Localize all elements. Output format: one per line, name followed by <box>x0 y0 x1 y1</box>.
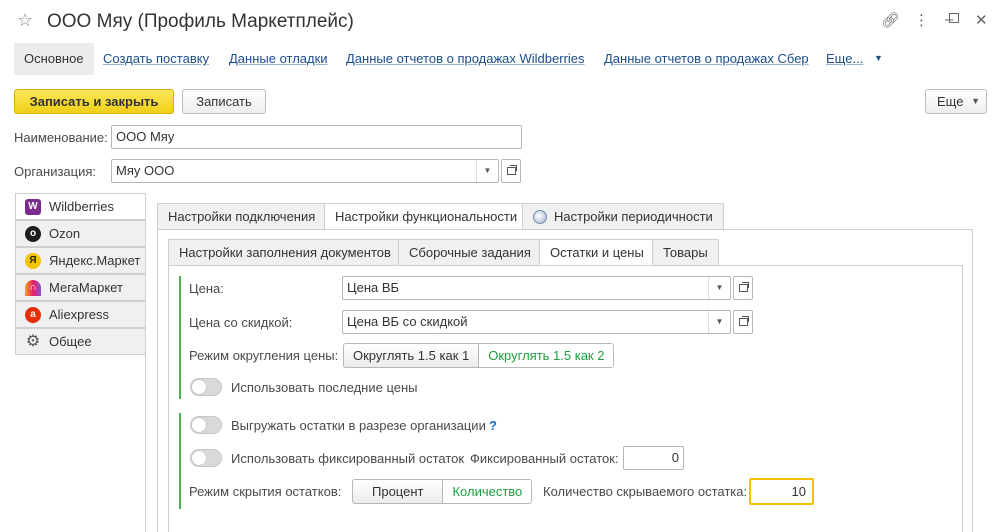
rounding-mode-label: Режим округления цены: <box>189 348 339 363</box>
tab-general[interactable]: ⚙ Общее <box>15 328 146 355</box>
tab-stock-prices[interactable]: Остатки и цены <box>539 239 655 266</box>
discount-price-field[interactable]: Цена ВБ со скидкой ▼ <box>342 310 731 334</box>
yandex-market-icon: Я <box>25 253 41 269</box>
hidden-qty-field[interactable]: 10 <box>749 478 814 505</box>
title-bar: ☆ ООО Мяу (Профиль Маркетплейс) 🔗︎ ⋮ – ✕ <box>0 0 1003 42</box>
organization-value: Мяу ООО <box>116 163 175 178</box>
tab-yandex-market[interactable]: Я Яндекс.Маркет <box>15 247 146 274</box>
favorite-star-icon[interactable]: ☆ <box>17 10 33 31</box>
gear-icon: ⚙ <box>25 333 41 350</box>
tab-ozon-label: Ozon <box>49 226 81 241</box>
organization-label: Организация: <box>14 164 97 179</box>
tab-wildberries[interactable]: W Wildberries <box>15 193 146 220</box>
stock-by-org-toggle[interactable] <box>190 416 222 434</box>
rounding-mode-switch: Округлять 1.5 как 1 Округлять 1.5 как 2 <box>343 343 615 368</box>
tab-general-label: Общее <box>49 334 92 349</box>
rounding-option-1[interactable]: Округлять 1.5 как 1 <box>344 344 479 367</box>
rounding-option-2[interactable]: Округлять 1.5 как 2 <box>478 344 614 367</box>
discount-price-value: Цена ВБ со скидкой <box>347 314 468 329</box>
price-label: Цена: <box>189 281 224 296</box>
more-menu-icon[interactable]: ⋮ <box>914 11 929 29</box>
tab-megamarket[interactable]: ∩ МегаМаркет <box>15 274 146 301</box>
tab-periodicity-label: Настройки периодичности <box>554 209 713 224</box>
tab-aliexpress[interactable]: a Aliexpress <box>15 301 146 328</box>
megamarket-icon: ∩ <box>25 280 41 296</box>
close-icon[interactable]: ✕ <box>975 11 988 29</box>
dropdown-arrow-icon[interactable]: ▼ <box>708 311 730 333</box>
tab-ozon[interactable]: o Ozon <box>15 220 146 247</box>
use-fixed-stock-label: Использовать фиксированный остаток <box>231 451 465 466</box>
hide-mode-quantity[interactable]: Количество <box>442 480 532 503</box>
tab-periodicity-settings[interactable]: Настройки периодичности <box>522 203 724 230</box>
tab-megamarket-label: МегаМаркет <box>49 280 123 295</box>
name-field[interactable]: ООО Мяу <box>111 125 522 149</box>
maximize-icon[interactable] <box>949 13 959 23</box>
use-last-prices-toggle[interactable] <box>190 378 222 396</box>
nav-more-chevron-icon[interactable]: ▼ <box>874 53 883 63</box>
nav-create-supply[interactable]: Создать поставку <box>103 43 209 75</box>
prices-group-marker <box>179 276 181 399</box>
nav-more[interactable]: Еще... <box>826 43 863 75</box>
wildberries-icon: W <box>25 199 41 215</box>
open-price-icon[interactable] <box>733 276 753 300</box>
stock-by-org-label: Выгружать остатки в разрезе организации <box>231 418 486 433</box>
hide-mode-label: Режим скрытия остатков: <box>189 484 342 499</box>
clock-icon <box>533 210 547 224</box>
nav-debug-data[interactable]: Данные отладки <box>229 43 328 75</box>
aliexpress-icon: a <box>25 307 41 323</box>
name-label: Наименование: <box>14 130 108 145</box>
tab-wildberries-label: Wildberries <box>49 199 115 214</box>
fixed-stock-label: Фиксированный остаток: <box>470 451 619 466</box>
tab-document-filling[interactable]: Настройки заполнения документов <box>168 239 402 266</box>
more-button[interactable]: Еще ▼ <box>925 89 987 114</box>
ozon-icon: o <box>25 226 41 242</box>
dropdown-arrow-icon[interactable]: ▼ <box>708 277 730 299</box>
hide-mode-switch: Процент Количество <box>352 479 533 504</box>
nav-wb-reports[interactable]: Данные отчетов о продажах Wildberries <box>346 43 585 75</box>
more-button-label: Еще <box>937 94 964 109</box>
nav-main[interactable]: Основное <box>14 43 94 75</box>
hide-mode-percent[interactable]: Процент <box>353 480 443 503</box>
fixed-stock-field[interactable]: 0 <box>623 446 684 470</box>
price-value: Цена ВБ <box>347 280 400 295</box>
chevron-down-icon: ▼ <box>971 96 980 106</box>
use-last-prices-label: Использовать последние цены <box>231 380 418 395</box>
save-button[interactable]: Записать <box>182 89 266 114</box>
tab-aliexpress-label: Aliexpress <box>49 307 109 322</box>
use-fixed-stock-toggle[interactable] <box>190 449 222 467</box>
tab-functionality-settings[interactable]: Настройки функциональности <box>324 203 529 230</box>
help-icon[interactable]: ? <box>489 418 497 433</box>
hidden-qty-label: Количество скрываемого остатка: <box>543 484 748 499</box>
dropdown-arrow-icon[interactable]: ▼ <box>476 160 498 182</box>
tab-connection-settings[interactable]: Настройки подключения <box>157 203 327 230</box>
tab-yandex-market-label: Яндекс.Маркет <box>49 253 141 268</box>
link-icon[interactable]: 🔗︎ <box>881 11 900 29</box>
save-close-button[interactable]: Записать и закрыть <box>14 89 174 114</box>
nav-sber-reports[interactable]: Данные отчетов о продажах Сбер <box>604 43 809 75</box>
tab-products[interactable]: Товары <box>652 239 719 266</box>
open-organization-icon[interactable] <box>501 159 521 183</box>
window-title: ООО Мяу (Профиль Маркетплейс) <box>47 11 354 32</box>
tab-assembly-tasks[interactable]: Сборочные задания <box>398 239 542 266</box>
open-discount-price-icon[interactable] <box>733 310 753 334</box>
discount-price-label: Цена со скидкой: <box>189 315 293 330</box>
price-field[interactable]: Цена ВБ ▼ <box>342 276 731 300</box>
organization-field[interactable]: Мяу ООО ▼ <box>111 159 499 183</box>
stock-group-marker <box>179 413 181 509</box>
